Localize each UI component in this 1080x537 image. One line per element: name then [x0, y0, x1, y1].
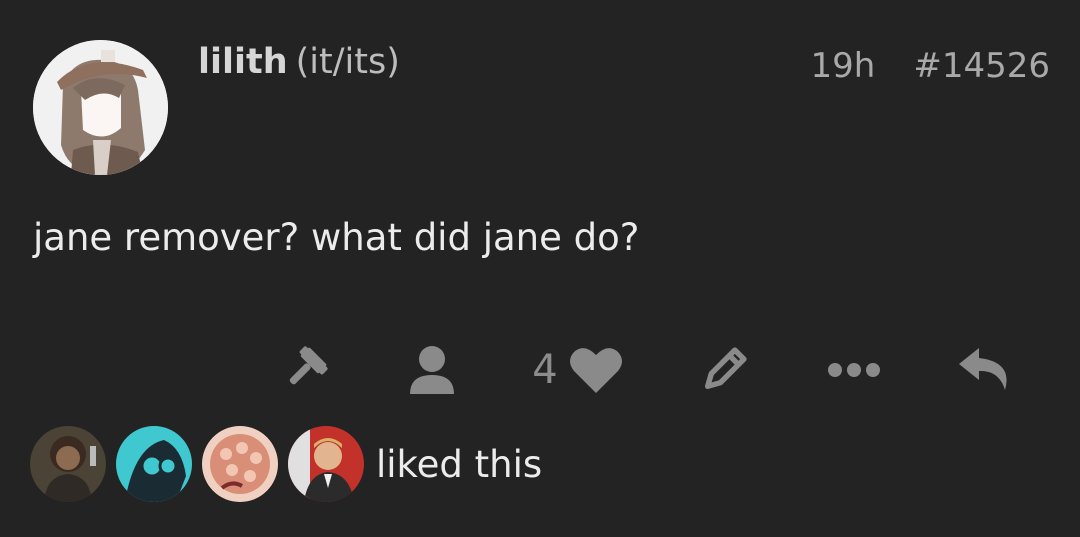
- heart-icon: [569, 348, 622, 393]
- post-age[interactable]: 19h: [811, 46, 876, 86]
- liker-avatar[interactable]: [202, 426, 278, 502]
- reply-button[interactable]: [952, 338, 1018, 402]
- liker-image: [288, 426, 364, 502]
- liker-image: [116, 426, 192, 502]
- ellipsis-icon: [828, 363, 880, 377]
- user-icon: [410, 346, 454, 394]
- more-button[interactable]: [824, 338, 884, 402]
- liked-this-text: liked this: [376, 442, 543, 486]
- author-avatar[interactable]: [33, 40, 168, 175]
- post-actions: 4: [0, 338, 1080, 402]
- liker-avatar[interactable]: [288, 426, 364, 502]
- pencil-icon: [704, 347, 747, 390]
- likers-row: liked this: [30, 426, 542, 502]
- avatar-illustration: [33, 40, 168, 175]
- author-line: lilith (it/its): [198, 42, 400, 82]
- user-card-button[interactable]: [404, 338, 460, 402]
- moderate-button[interactable]: [272, 338, 336, 402]
- post-meta: 19h #14526: [811, 46, 1050, 86]
- liker-image: [30, 426, 106, 502]
- edit-button[interactable]: [694, 338, 754, 402]
- like-button[interactable]: 4: [520, 338, 636, 402]
- gavel-icon: [289, 346, 328, 385]
- post-number[interactable]: #14526: [913, 46, 1050, 86]
- liker-avatar[interactable]: [116, 426, 192, 502]
- like-count: 4: [532, 347, 558, 393]
- liker-image: [202, 426, 278, 502]
- post-body: jane remover? what did jane do?: [33, 216, 640, 259]
- author-name[interactable]: lilith: [198, 42, 288, 82]
- reply-icon: [959, 348, 1007, 390]
- liker-avatar[interactable]: [30, 426, 106, 502]
- author-pronouns: (it/its): [295, 42, 400, 82]
